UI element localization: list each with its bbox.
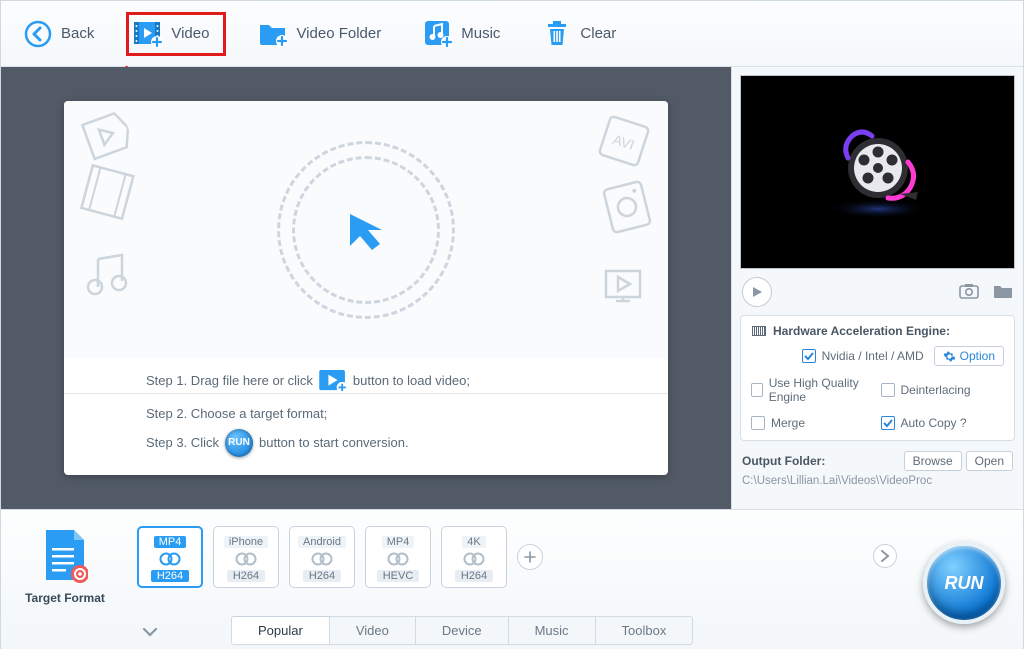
- run-mini-icon: RUN: [225, 429, 253, 457]
- back-label: Back: [61, 25, 94, 42]
- add-video-button[interactable]: Video: [126, 12, 226, 56]
- svg-text:AVI: AVI: [611, 131, 636, 153]
- gear-icon: [943, 350, 956, 363]
- step3-post: button to start conversion.: [259, 429, 409, 458]
- clear-button[interactable]: Clear: [532, 13, 626, 55]
- drop-card: AVI Step 1. Drag file here or click butt…: [64, 101, 668, 476]
- category-tab[interactable]: Popular: [231, 616, 330, 645]
- format-preset[interactable]: iPhone H264: [213, 526, 279, 588]
- gpu-checkbox[interactable]: Nvidia / Intel / AMD: [802, 349, 924, 363]
- merge-checkbox[interactable]: Merge: [751, 416, 875, 430]
- high-quality-checkbox[interactable]: Use High Quality Engine: [751, 376, 875, 404]
- engine-title: Hardware Acceleration Engine:: [773, 324, 950, 338]
- target-format-block[interactable]: Target Format: [17, 528, 113, 605]
- chip-icon: [751, 325, 767, 337]
- target-format-icon: [42, 528, 88, 584]
- music-add-icon: [423, 19, 453, 49]
- option-label: Option: [960, 349, 995, 363]
- category-tab[interactable]: Music: [509, 616, 596, 645]
- gpu-label: Nvidia / Intel / AMD: [822, 349, 924, 363]
- output-folder-title: Output Folder:: [742, 454, 825, 468]
- top-toolbar: Back Video Video Folder Music Clear: [1, 1, 1023, 67]
- step2-text: Step 2. Choose a target format;: [146, 400, 586, 429]
- option-button[interactable]: Option: [934, 346, 1004, 366]
- auto-copy-checkbox[interactable]: Auto Copy ?: [881, 416, 1005, 430]
- category-tabs: PopularVideoDeviceMusicToolbox: [231, 616, 693, 645]
- drop-zone-area[interactable]: AVI Step 1. Drag file here or click butt…: [1, 67, 731, 509]
- trash-icon: [542, 19, 572, 49]
- deinterlace-checkbox[interactable]: Deinterlacing: [881, 376, 1005, 404]
- chevron-down-icon[interactable]: [141, 623, 159, 641]
- add-format-button[interactable]: [517, 544, 543, 570]
- folder-add-icon: [258, 19, 288, 49]
- step1-post: button to load video;: [353, 367, 470, 396]
- step3-pre: Step 3. Click: [146, 429, 219, 458]
- add-music-label: Music: [461, 25, 500, 42]
- step1-pre: Step 1. Drag file here or click: [146, 367, 313, 396]
- video-add-icon: [319, 370, 347, 392]
- run-label: RUN: [945, 573, 984, 594]
- instructions: Step 1. Drag file here or click button t…: [64, 359, 668, 476]
- back-icon: [23, 19, 53, 49]
- scroll-right-button[interactable]: [873, 544, 897, 568]
- video-preview: [740, 75, 1015, 269]
- category-tab[interactable]: Toolbox: [596, 616, 694, 645]
- format-preset[interactable]: MP4 H264: [137, 526, 203, 588]
- run-button[interactable]: RUN: [923, 542, 1005, 624]
- category-tab[interactable]: Video: [330, 616, 416, 645]
- app-logo-icon: [828, 122, 928, 222]
- add-video-label: Video: [171, 25, 209, 42]
- format-preset[interactable]: 4K H264: [441, 526, 507, 588]
- format-preset[interactable]: Android H264: [289, 526, 355, 588]
- add-video-folder-label: Video Folder: [296, 25, 381, 42]
- drop-ring: [277, 141, 455, 319]
- open-folder-icon[interactable]: [993, 283, 1013, 302]
- browse-button[interactable]: Browse: [904, 451, 962, 471]
- category-tab[interactable]: Device: [416, 616, 509, 645]
- right-sidebar: Hardware Acceleration Engine: Nvidia / I…: [731, 67, 1023, 509]
- add-video-folder-button[interactable]: Video Folder: [248, 13, 391, 55]
- open-button[interactable]: Open: [966, 451, 1013, 471]
- drop-zone-upper[interactable]: AVI: [64, 101, 668, 359]
- clear-label: Clear: [580, 25, 616, 42]
- format-preset[interactable]: MP4 HEVC: [365, 526, 431, 588]
- video-add-icon: [133, 19, 163, 49]
- add-music-button[interactable]: Music: [413, 13, 510, 55]
- hardware-engine-panel: Hardware Acceleration Engine: Nvidia / I…: [740, 315, 1015, 441]
- play-button[interactable]: [742, 277, 772, 307]
- target-format-label: Target Format: [17, 591, 113, 605]
- formats-row: MP4 H264iPhone H264Android H264MP4 HEVC4…: [137, 526, 543, 588]
- output-folder-path: C:\Users\Lillian.Lai\Videos\VideoProc: [742, 475, 1013, 487]
- back-button[interactable]: Back: [13, 13, 104, 55]
- snapshot-icon[interactable]: [959, 283, 979, 302]
- output-folder-section: Output Folder: Browse Open C:\Users\Lill…: [742, 451, 1013, 487]
- preview-controls: [732, 277, 1023, 313]
- footer: Target Format MP4 H264iPhone H264Android…: [1, 509, 1023, 649]
